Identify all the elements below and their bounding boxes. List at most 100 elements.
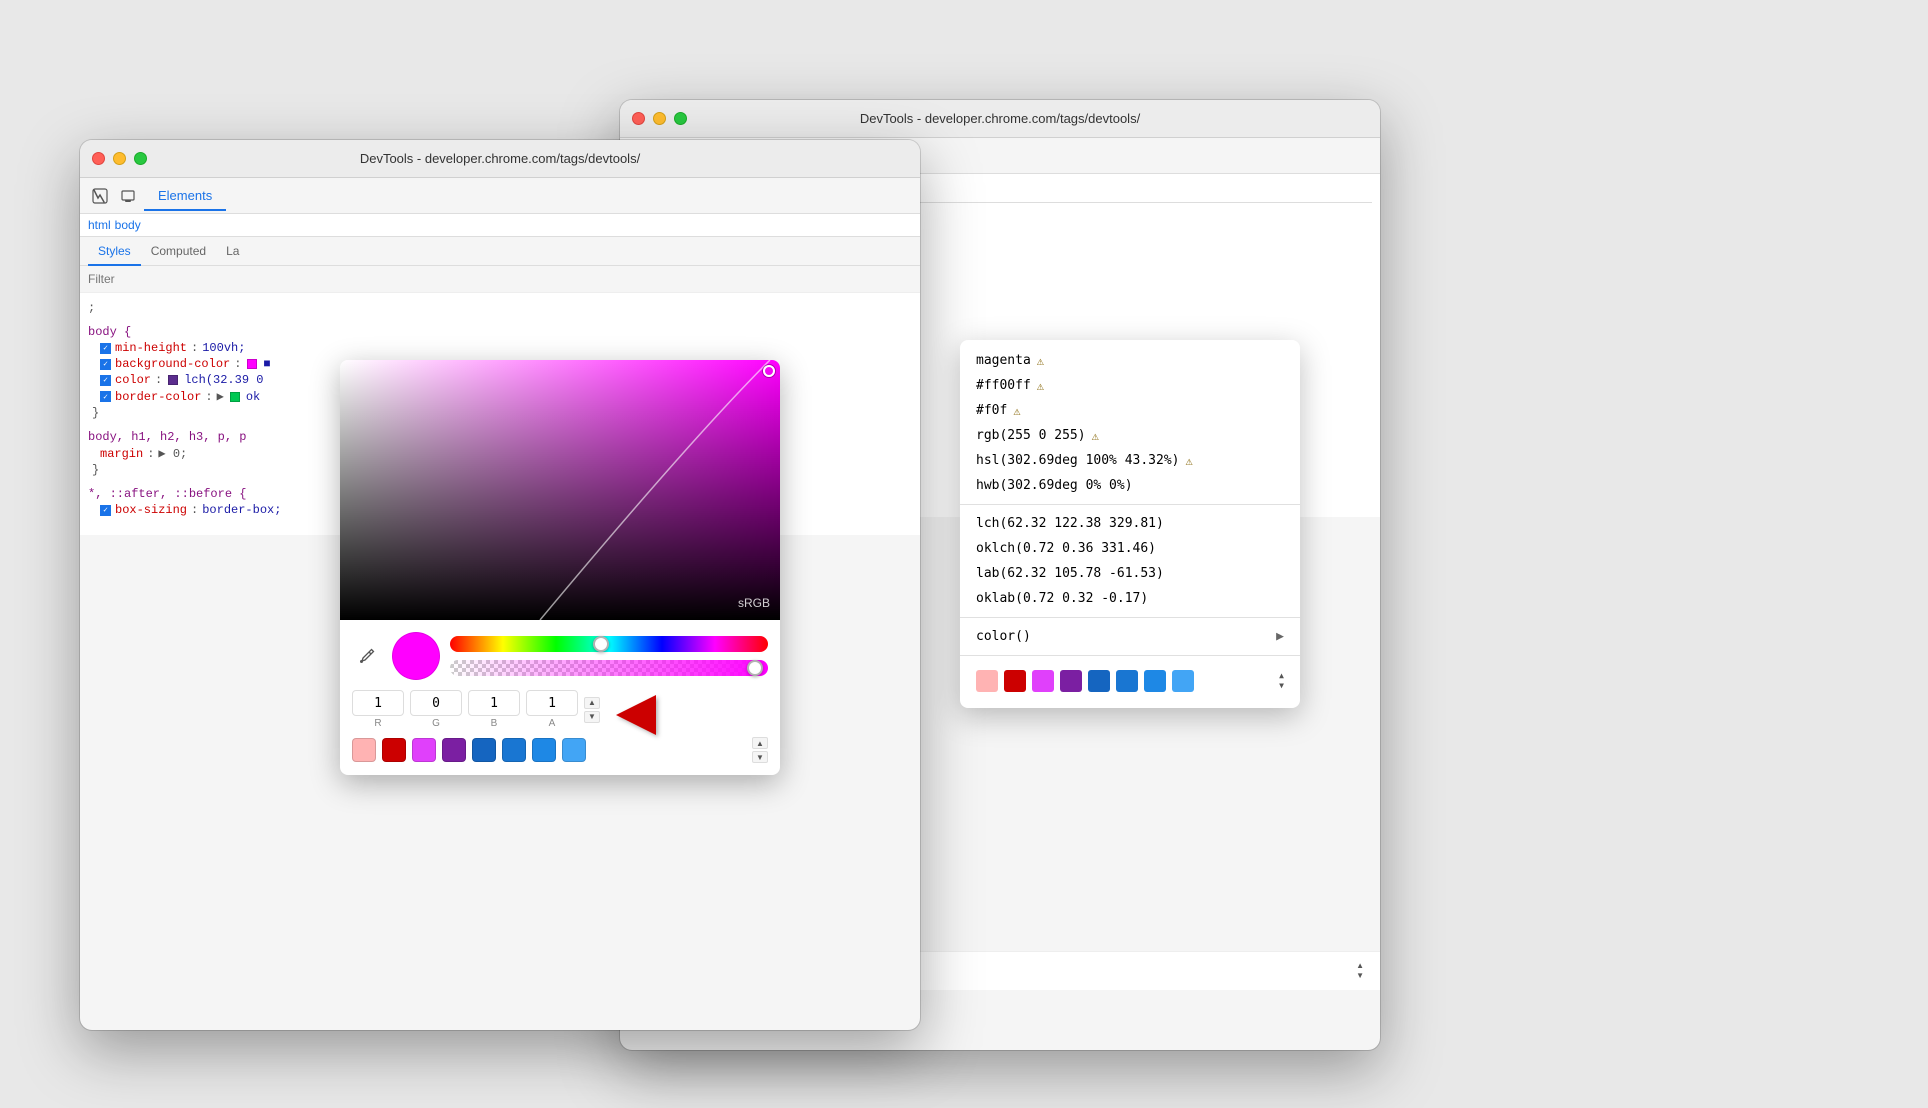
- tab-styles[interactable]: Styles: [88, 238, 141, 266]
- checkbox-bgcolor[interactable]: [100, 359, 111, 370]
- colon-margin: :: [147, 447, 154, 461]
- dd-swatch-6[interactable]: [1116, 670, 1138, 692]
- color-swatches-row: ▲ ▼: [352, 737, 768, 763]
- swatch-spinner[interactable]: ▲ ▼: [1356, 962, 1364, 980]
- value-color: lch(32.39 0: [184, 373, 263, 387]
- checkbox-color[interactable]: [100, 375, 111, 386]
- srgb-label: sRGB: [738, 596, 770, 610]
- dd-swatch-5[interactable]: [1088, 670, 1110, 692]
- tab-computed[interactable]: Computed: [141, 238, 216, 266]
- close-button-back[interactable]: [632, 112, 645, 125]
- dropdown-item-rgb[interactable]: rgb(255 0 255) ⚠: [960, 423, 1300, 448]
- inspector-icon[interactable]: [88, 184, 112, 208]
- colon-minheight: :: [191, 341, 198, 355]
- dd-swatch-4[interactable]: [1060, 670, 1082, 692]
- styles-tabs-bar: Styles Computed La: [80, 237, 920, 266]
- eyedropper-button[interactable]: [352, 641, 382, 671]
- dropdown-item-oklab[interactable]: oklab(0.72 0.32 -0.17): [960, 586, 1300, 611]
- color-preview-circle: [392, 632, 440, 680]
- dd-swatch-3[interactable]: [1032, 670, 1054, 692]
- hue-thumb[interactable]: [593, 636, 609, 652]
- spinner-down[interactable]: ▼: [584, 711, 600, 723]
- minimize-button-back[interactable]: [653, 112, 666, 125]
- dd-swatch-7[interactable]: [1144, 670, 1166, 692]
- spinner-controls[interactable]: ▲ ▼: [584, 697, 600, 723]
- dd-spinner[interactable]: ▲ ▼: [1279, 672, 1284, 690]
- dropdown-item-lch[interactable]: lch(62.32 122.38 329.81): [960, 511, 1300, 536]
- item-label: oklch(0.72 0.36 331.46): [976, 541, 1156, 556]
- elements-tab-front[interactable]: Elements: [144, 182, 226, 211]
- bgcolor-swatch[interactable]: [247, 359, 257, 369]
- b-input[interactable]: [468, 690, 520, 716]
- warning-icon-hsl: ⚠: [1186, 454, 1193, 468]
- swatch-7[interactable]: [532, 738, 556, 762]
- swatch-3[interactable]: [412, 738, 436, 762]
- r-input[interactable]: [352, 690, 404, 716]
- value-border: ok: [246, 390, 260, 404]
- css-selector-semicolon: ;: [88, 301, 95, 315]
- dd-swatch-2[interactable]: [1004, 670, 1026, 692]
- swatch-1[interactable]: [352, 738, 376, 762]
- dropdown-item-magenta[interactable]: magenta ⚠: [960, 348, 1300, 373]
- alpha-thumb[interactable]: [747, 660, 763, 676]
- spinner-up[interactable]: ▲: [584, 697, 600, 709]
- dropdown-item-ff00ff[interactable]: #ff00ff ⚠: [960, 373, 1300, 398]
- warning-icon-ff00ff: ⚠: [1037, 379, 1044, 393]
- dd-swatch-1[interactable]: [976, 670, 998, 692]
- dropdown-item-hwb[interactable]: hwb(302.69deg 0% 0%): [960, 473, 1300, 498]
- a-input[interactable]: [526, 690, 578, 716]
- dropdown-item-color[interactable]: color() ▶: [960, 624, 1300, 649]
- checkbox-border[interactable]: [100, 391, 111, 402]
- window-title-back: DevTools - developer.chrome.com/tags/dev…: [860, 111, 1140, 126]
- swatch-6[interactable]: [502, 738, 526, 762]
- dropdown-item-oklch[interactable]: oklch(0.72 0.36 331.46): [960, 536, 1300, 561]
- alpha-slider[interactable]: [450, 660, 768, 676]
- item-label: lch(62.32 122.38 329.81): [976, 516, 1164, 531]
- swatch-5[interactable]: [472, 738, 496, 762]
- swatch-spinner-up[interactable]: ▲: [752, 737, 768, 749]
- dropdown-item-f0f[interactable]: #f0f ⚠: [960, 398, 1300, 423]
- expand-margin[interactable]: ▶ 0;: [158, 446, 187, 461]
- maximize-button-back[interactable]: [674, 112, 687, 125]
- colon-border: :: [205, 390, 212, 404]
- g-label: G: [432, 718, 440, 729]
- traffic-lights-front: [92, 152, 147, 165]
- spectrum-cursor[interactable]: [763, 365, 775, 377]
- filter-input[interactable]: [88, 272, 912, 286]
- border-swatch[interactable]: [230, 392, 240, 402]
- b-label: B: [491, 718, 498, 729]
- checkbox-boxsizing[interactable]: [100, 505, 111, 516]
- a-field: A: [526, 690, 578, 729]
- maximize-button-front[interactable]: [134, 152, 147, 165]
- swatch-2[interactable]: [382, 738, 406, 762]
- checkbox-minheight[interactable]: [100, 343, 111, 354]
- tab-la[interactable]: La: [216, 238, 249, 266]
- warning-icon-f0f: ⚠: [1013, 404, 1020, 418]
- spectrum-gradient: [340, 360, 780, 620]
- dd-swatch-8[interactable]: [1172, 670, 1194, 692]
- prop-color: color: [115, 373, 151, 387]
- close-button-front[interactable]: [92, 152, 105, 165]
- minimize-button-front[interactable]: [113, 152, 126, 165]
- filter-bar: [80, 266, 920, 293]
- colon-bgcolor: :: [234, 357, 241, 371]
- swatch-spinner[interactable]: ▲ ▼: [752, 737, 768, 763]
- item-label: rgb(255 0 255): [976, 428, 1086, 443]
- swatch-spinner-down[interactable]: ▼: [752, 751, 768, 763]
- color-spectrum[interactable]: sRGB: [340, 360, 780, 620]
- breadcrumb-body[interactable]: body: [115, 218, 141, 232]
- swatch-4[interactable]: [442, 738, 466, 762]
- prop-bgcolor: background-color: [115, 357, 230, 371]
- dropdown-item-hsl[interactable]: hsl(302.69deg 100% 43.32%) ⚠: [960, 448, 1300, 473]
- color-swatch[interactable]: [168, 375, 178, 385]
- dropdown-item-lab[interactable]: lab(62.32 105.78 -61.53): [960, 561, 1300, 586]
- device-toolbar-icon[interactable]: [116, 184, 140, 208]
- g-input[interactable]: [410, 690, 462, 716]
- breadcrumb-html[interactable]: html: [88, 218, 111, 232]
- expand-border[interactable]: ▶: [217, 389, 224, 404]
- css-rule-semicolon: ;: [88, 301, 912, 315]
- b-field: B: [468, 690, 520, 729]
- dropdown-swatches-row: ▲ ▼: [960, 662, 1300, 700]
- hue-slider[interactable]: [450, 636, 768, 652]
- swatch-8[interactable]: [562, 738, 586, 762]
